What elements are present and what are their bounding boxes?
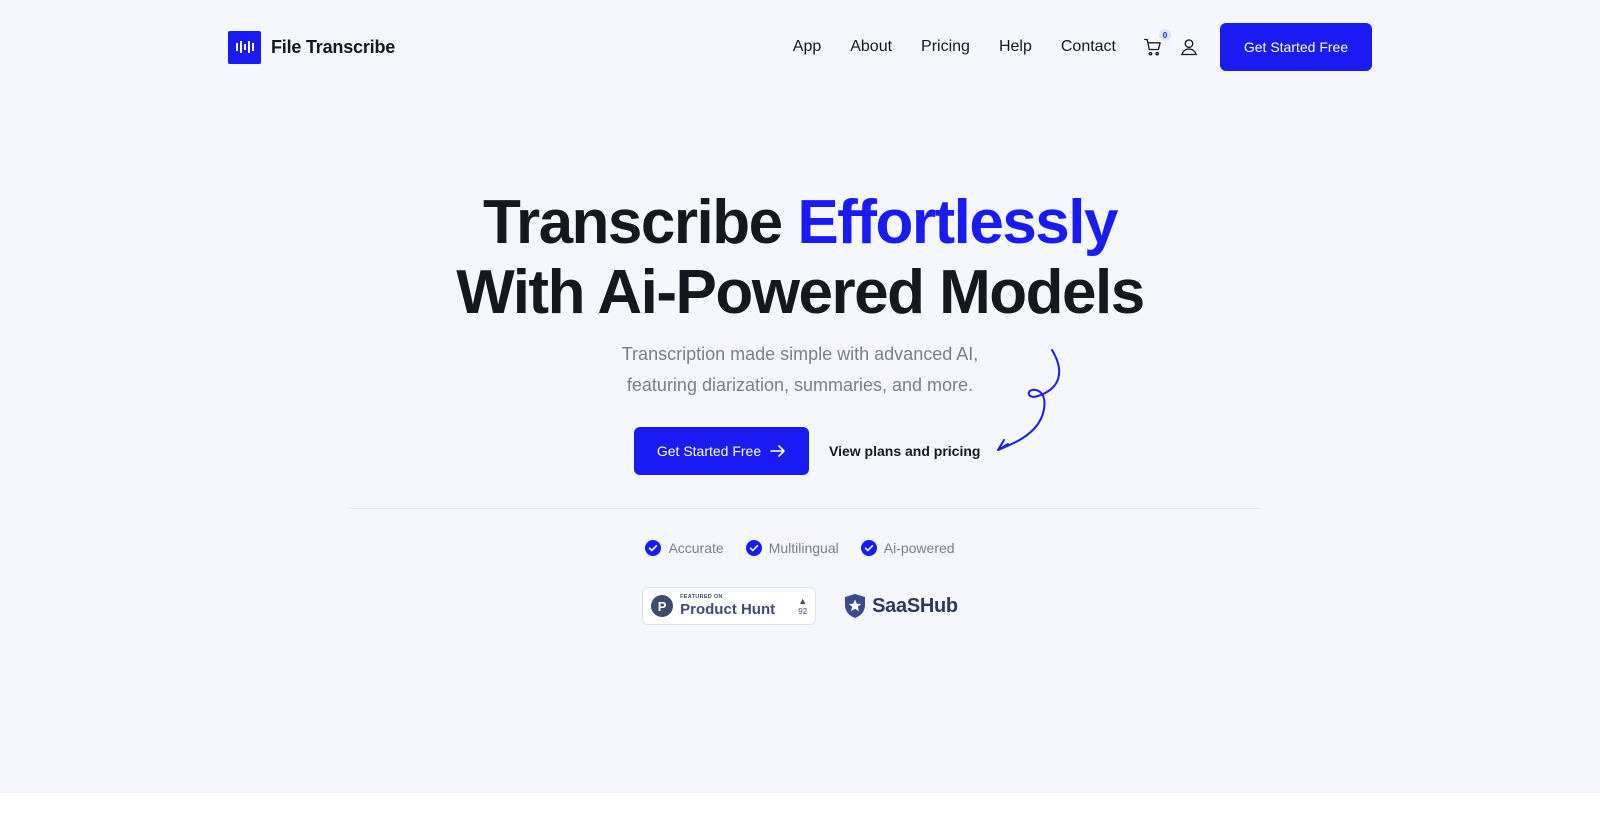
nav-link-help[interactable]: Help bbox=[999, 38, 1032, 56]
feature-label: Accurate bbox=[668, 540, 724, 556]
feature-item: Multilingual bbox=[745, 540, 839, 556]
headline-line2: With Ai-Powered Models bbox=[456, 258, 1145, 327]
nav-links: App About Pricing Help Contact bbox=[793, 38, 1141, 56]
feature-item: Accurate bbox=[645, 540, 724, 556]
nav-link-pricing[interactable]: Pricing bbox=[921, 38, 970, 56]
check-circle-icon bbox=[645, 540, 662, 556]
headline-part1: Transcribe bbox=[483, 188, 798, 257]
cart-count-badge: 0 bbox=[1159, 29, 1171, 41]
hero-cta-label: Get Started Free bbox=[656, 443, 762, 459]
product-hunt-badge[interactable]: P FEATURED ON Product Hunt ▲ 92 bbox=[642, 587, 817, 625]
brand-name: File Transcribe bbox=[271, 36, 396, 57]
divider bbox=[350, 508, 1260, 509]
product-hunt-logo-icon: P bbox=[651, 595, 674, 617]
feature-label: Ai-powered bbox=[883, 540, 955, 556]
saashub-badge[interactable]: SaaSHub bbox=[844, 593, 958, 619]
top-nav: File Transcribe App About Pricing Help C… bbox=[228, 22, 1372, 72]
view-plans-link[interactable]: View plans and pricing bbox=[829, 443, 980, 459]
feature-list: Accurate Multilingual Ai-powered bbox=[0, 540, 1600, 556]
feature-item: Ai-powered bbox=[860, 540, 955, 556]
hero-headline: Transcribe Effortlessly With Ai-Powered … bbox=[0, 188, 1600, 328]
subtitle-line1: Transcription made simple with advanced … bbox=[621, 344, 979, 364]
headline-accent: Effortlessly bbox=[797, 188, 1118, 257]
waveform-icon bbox=[228, 30, 261, 64]
nav-link-about[interactable]: About bbox=[850, 38, 892, 56]
ph-votes: ▲ 92 bbox=[798, 595, 808, 616]
nav-link-contact[interactable]: Contact bbox=[1061, 38, 1116, 56]
cart-button[interactable]: 0 bbox=[1141, 29, 1171, 59]
hero-get-started-button[interactable]: Get Started Free bbox=[634, 427, 809, 475]
subtitle-line2: featuring diarization, summaries, and mo… bbox=[626, 375, 974, 395]
user-icon bbox=[1181, 39, 1197, 56]
hero-cta-row: Get Started Free View plans and pricing bbox=[634, 427, 980, 475]
nav-get-started-button[interactable]: Get Started Free bbox=[1220, 23, 1372, 71]
nav-link-app[interactable]: App bbox=[793, 38, 821, 56]
account-button[interactable] bbox=[1177, 35, 1201, 59]
check-circle-icon bbox=[745, 540, 762, 556]
shield-star-icon bbox=[845, 594, 866, 618]
ph-featured-label: FEATURED ON bbox=[680, 593, 723, 600]
brand[interactable]: File Transcribe bbox=[228, 30, 396, 64]
squiggle-arrow-icon bbox=[997, 349, 1061, 451]
feature-label: Multilingual bbox=[768, 540, 839, 556]
badge-row: P FEATURED ON Product Hunt ▲ 92 SaaSHub bbox=[0, 587, 1600, 625]
saashub-name: SaaSHub bbox=[872, 594, 958, 617]
ph-vote-count: 92 bbox=[798, 606, 808, 616]
upvote-triangle-icon: ▲ bbox=[798, 595, 808, 606]
arrow-right-icon bbox=[770, 445, 785, 457]
cart-icon bbox=[1144, 38, 1161, 56]
hero-subtitle: Transcription made simple with advanced … bbox=[0, 339, 1600, 401]
check-circle-icon bbox=[860, 540, 877, 556]
ph-name: Product Hunt bbox=[680, 601, 776, 619]
